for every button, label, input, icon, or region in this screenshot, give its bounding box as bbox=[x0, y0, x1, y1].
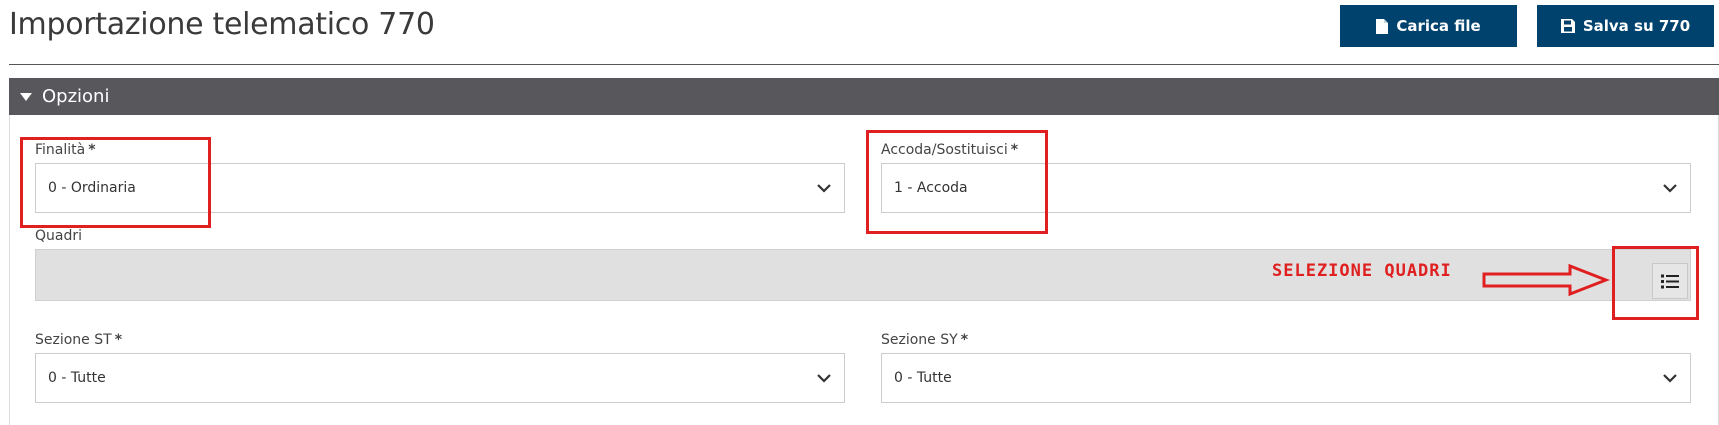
carica-file-button[interactable]: Carica file bbox=[1340, 5, 1517, 47]
required-marker: * bbox=[960, 332, 969, 348]
carica-file-label: Carica file bbox=[1396, 17, 1481, 35]
sezione-sy-label: Sezione SY * bbox=[881, 332, 968, 348]
chevron-down-icon bbox=[817, 184, 831, 193]
arrow-right-icon bbox=[1482, 264, 1610, 296]
sezione-st-label: Sezione ST * bbox=[35, 332, 122, 348]
annotation-label: SELEZIONE QUADRI bbox=[1272, 261, 1452, 281]
annotation-box-accoda bbox=[866, 130, 1048, 234]
sezione-st-value: 0 - Tutte bbox=[48, 370, 106, 386]
chevron-down-icon bbox=[1663, 184, 1677, 193]
chevron-down-icon bbox=[1663, 374, 1677, 383]
section-title: Opzioni bbox=[42, 86, 110, 107]
section-header-opzioni[interactable]: Opzioni bbox=[9, 78, 1719, 115]
sezione-sy-label-text: Sezione SY bbox=[881, 332, 958, 348]
sezione-st-select[interactable]: 0 - Tutte bbox=[35, 353, 845, 403]
salva-770-button[interactable]: Salva su 770 bbox=[1537, 5, 1714, 47]
annotation-box-quadri-button bbox=[1612, 246, 1699, 320]
title-divider bbox=[9, 64, 1719, 65]
quadri-label: Quadri bbox=[35, 228, 83, 244]
page-title: Importazione telematico 770 bbox=[9, 7, 435, 42]
chevron-down-icon bbox=[817, 374, 831, 383]
file-icon bbox=[1376, 18, 1389, 34]
save-icon bbox=[1560, 19, 1575, 33]
sezione-sy-value: 0 - Tutte bbox=[894, 370, 952, 386]
caret-down-icon bbox=[20, 92, 32, 101]
sezione-st-label-text: Sezione ST bbox=[35, 332, 112, 348]
annotation-box-finalita bbox=[20, 137, 211, 228]
sezione-sy-select[interactable]: 0 - Tutte bbox=[881, 353, 1691, 403]
salva-770-label: Salva su 770 bbox=[1582, 17, 1691, 35]
required-marker: * bbox=[114, 332, 123, 348]
